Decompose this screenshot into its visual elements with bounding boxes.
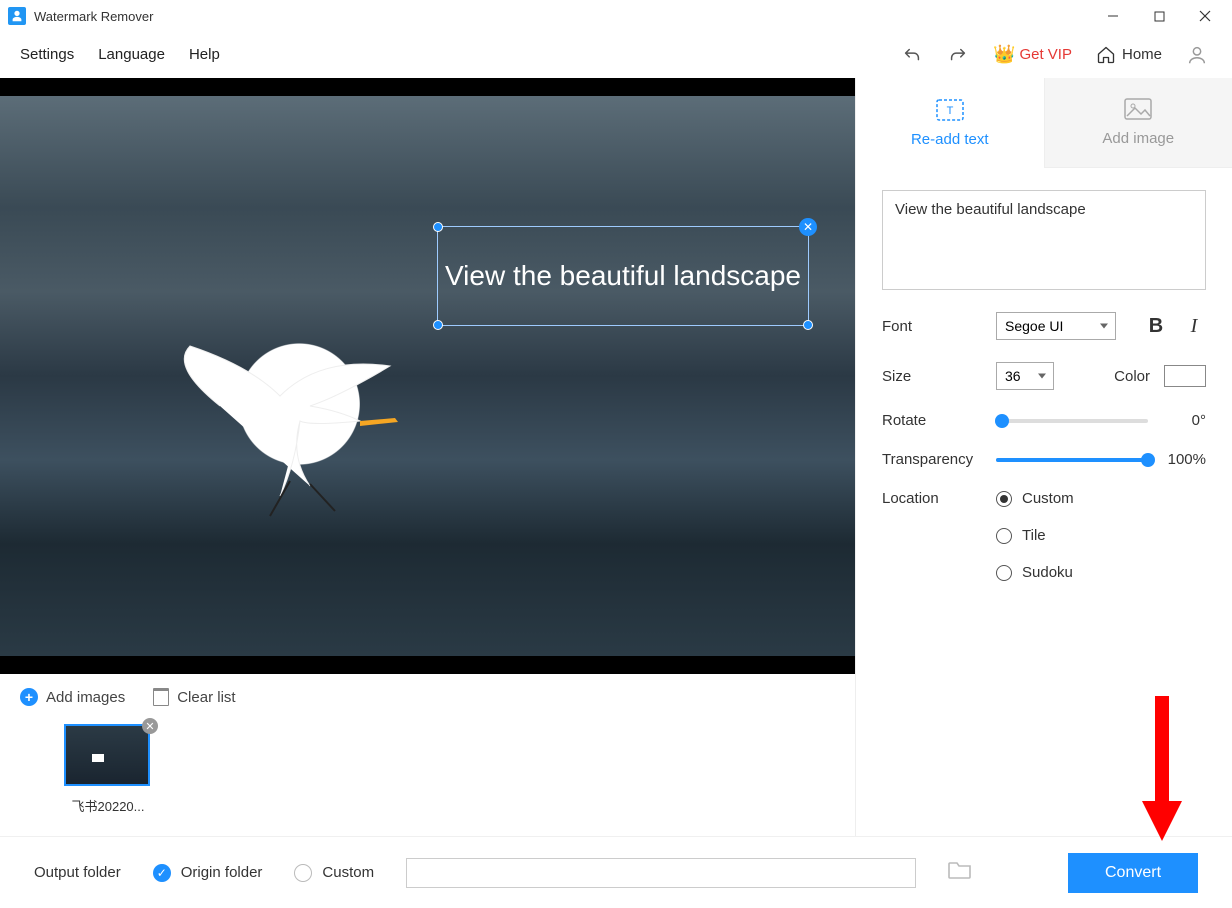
menu-language[interactable]: Language [98,46,165,63]
tab-readd-text[interactable]: T Re-add text [856,78,1044,168]
menu-help[interactable]: Help [189,46,220,63]
size-select[interactable]: 36 [996,362,1054,390]
transparency-label: Transparency [882,451,982,468]
app-title: Watermark Remover [34,9,153,24]
radio-dot-icon [996,565,1012,581]
overlay-close-button[interactable]: ✕ [799,218,817,236]
svg-text:T: T [946,105,953,117]
window-close-button[interactable] [1182,0,1228,32]
custom-folder-radio[interactable]: Custom [294,864,374,882]
undo-button[interactable] [901,44,923,66]
home-label: Home [1122,46,1162,63]
custom-folder-label: Custom [322,864,374,881]
user-icon [1186,44,1208,66]
overlay-text: View the beautiful landscape [438,227,808,325]
resize-handle-bottom-right[interactable] [803,320,813,330]
output-path-input[interactable] [406,858,916,888]
color-label: Color [1114,368,1150,385]
side-panel: T Re-add text Add image Font Segoe UI B … [855,78,1232,836]
trash-icon [153,688,169,706]
size-label: Size [882,368,982,385]
app-icon [8,7,26,25]
menubar: Settings Language Help 👑 Get VIP Home [0,32,1232,78]
location-tile-radio[interactable]: Tile [996,527,1074,544]
location-custom-label: Custom [1022,490,1074,507]
convert-button[interactable]: Convert [1068,853,1198,893]
origin-folder-label: Origin folder [181,864,263,881]
resize-handle-top-left[interactable] [433,222,443,232]
font-select[interactable]: Segoe UI [996,312,1116,340]
radio-dot-icon [996,528,1012,544]
convert-label: Convert [1105,864,1161,882]
radio-dot-icon [996,491,1012,507]
transparency-slider[interactable] [996,458,1148,462]
bottom-bar: Output folder ✓ Origin folder Custom Con… [0,836,1232,908]
browse-folder-button[interactable] [948,860,972,885]
rotate-value: 0° [1162,412,1206,429]
text-overlay-selection[interactable]: View the beautiful landscape ✕ [437,226,809,326]
menu-settings[interactable]: Settings [20,46,74,63]
image-icon [1124,98,1152,120]
add-images-button[interactable]: + Add images [20,688,125,706]
account-button[interactable] [1186,44,1208,66]
bold-button[interactable]: B [1144,315,1168,338]
resize-handle-bottom-left[interactable] [433,320,443,330]
check-icon: ✓ [153,864,171,882]
thumbnail-remove-button[interactable]: ✕ [142,718,158,734]
output-folder-label: Output folder [34,864,121,881]
get-vip-button[interactable]: 👑 Get VIP [993,44,1072,65]
thumbnail-item[interactable]: ✕ 飞书20220... [64,724,152,815]
redo-button[interactable] [947,44,969,66]
rotate-label: Rotate [882,412,982,429]
thumbnail-row: + Add images Clear list ✕ 飞书20220... [0,674,855,836]
canvas-area[interactable]: View the beautiful landscape ✕ [0,78,855,674]
origin-folder-radio[interactable]: ✓ Origin folder [153,864,263,882]
arrow-annotation [1132,696,1192,846]
transparency-value: 100% [1162,451,1206,468]
clear-list-label: Clear list [177,689,235,706]
radio-dot-icon [294,864,312,882]
thumbnail-image [64,724,150,786]
thumbnail-label: 飞书20220... [64,796,152,815]
bird-graphic [160,326,440,526]
font-label: Font [882,318,982,335]
tab-add-image[interactable]: Add image [1044,78,1232,168]
italic-button[interactable]: I [1182,315,1206,338]
tab-text-label: Re-add text [911,131,989,148]
home-icon [1096,45,1116,65]
location-sudoku-radio[interactable]: Sudoku [996,564,1074,581]
vip-label: Get VIP [1019,46,1072,63]
watermark-text-input[interactable] [882,190,1206,290]
crown-icon: 👑 [993,44,1015,65]
tab-image-label: Add image [1102,130,1174,147]
location-tile-label: Tile [1022,527,1046,544]
text-icon: T [936,99,964,121]
preview-image [0,96,855,656]
rotate-slider[interactable] [996,419,1148,423]
window-maximize-button[interactable] [1136,0,1182,32]
window-minimize-button[interactable] [1090,0,1136,32]
plus-icon: + [20,688,38,706]
add-images-label: Add images [46,689,125,706]
location-custom-radio[interactable]: Custom [996,490,1074,507]
color-swatch[interactable] [1164,365,1206,387]
titlebar: Watermark Remover [0,0,1232,32]
clear-list-button[interactable]: Clear list [153,688,235,706]
location-sudoku-label: Sudoku [1022,564,1073,581]
home-button[interactable]: Home [1096,45,1162,65]
location-label: Location [882,490,982,507]
